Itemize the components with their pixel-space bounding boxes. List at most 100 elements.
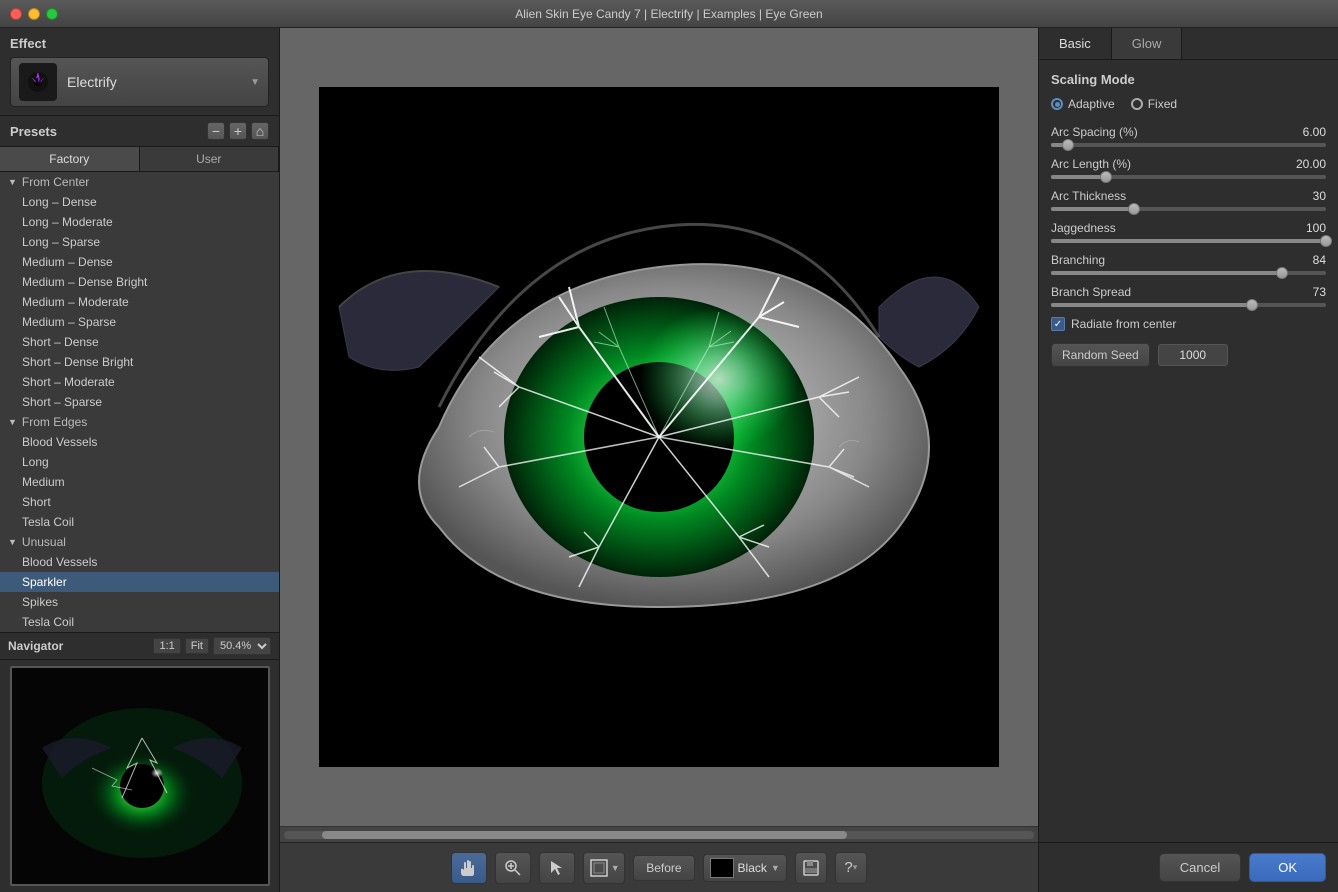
- preset-group-unusual[interactable]: ▼ Unusual: [0, 532, 279, 552]
- arc-spacing-param: Arc Spacing (%) 6.00: [1051, 125, 1326, 147]
- right-content: Scaling Mode Adaptive Fixed Arc Spacing …: [1039, 60, 1338, 842]
- arc-spacing-value: 6.00: [1303, 125, 1326, 139]
- maximize-button[interactable]: [46, 8, 58, 20]
- save-button[interactable]: [795, 852, 827, 884]
- tab-factory[interactable]: Factory: [0, 147, 140, 171]
- right-panel: Basic Glow Scaling Mode Adaptive Fixed: [1038, 28, 1338, 892]
- group-arrow-unusual: ▼: [8, 537, 17, 547]
- list-item[interactable]: Long – Moderate: [0, 212, 279, 232]
- preset-home-button[interactable]: ⌂: [251, 122, 269, 140]
- list-item[interactable]: Short – Dense: [0, 332, 279, 352]
- list-item[interactable]: Medium – Dense: [0, 252, 279, 272]
- arc-length-slider[interactable]: [1051, 175, 1326, 179]
- jaggedness-thumb[interactable]: [1320, 235, 1332, 247]
- preset-group-from-center[interactable]: ▼ From Center: [0, 172, 279, 192]
- branching-header: Branching 84: [1051, 253, 1326, 267]
- branching-value: 84: [1313, 253, 1326, 267]
- random-seed-button[interactable]: Random Seed: [1051, 343, 1150, 367]
- frame-button-group: ▼: [583, 852, 625, 884]
- list-item-sparkler[interactable]: Sparkler: [0, 572, 279, 592]
- arc-length-thumb[interactable]: [1100, 171, 1112, 183]
- ok-button[interactable]: OK: [1249, 853, 1326, 882]
- cancel-button[interactable]: Cancel: [1159, 853, 1241, 882]
- arc-spacing-slider[interactable]: [1051, 143, 1326, 147]
- list-item[interactable]: Medium: [0, 472, 279, 492]
- preset-remove-button[interactable]: −: [207, 122, 225, 140]
- canvas-viewport[interactable]: [280, 28, 1038, 826]
- list-item[interactable]: Short – Moderate: [0, 372, 279, 392]
- minimize-button[interactable]: [28, 8, 40, 20]
- arc-thickness-fill: [1051, 207, 1134, 211]
- preset-list[interactable]: ▼ From Center Long – Dense Long – Modera…: [0, 172, 279, 632]
- seed-value[interactable]: 1000: [1158, 344, 1228, 366]
- list-item[interactable]: Short: [0, 492, 279, 512]
- canvas-image: [319, 87, 999, 767]
- list-item[interactable]: Medium – Moderate: [0, 292, 279, 312]
- zoom-tool-button[interactable]: [495, 852, 531, 884]
- list-item[interactable]: Long – Sparse: [0, 232, 279, 252]
- list-item[interactable]: Blood Vessels: [0, 432, 279, 452]
- scaling-mode-title: Scaling Mode: [1051, 72, 1326, 87]
- adaptive-radio[interactable]: Adaptive: [1051, 97, 1115, 111]
- tab-basic[interactable]: Basic: [1039, 28, 1112, 59]
- tab-glow[interactable]: Glow: [1112, 28, 1183, 59]
- list-item[interactable]: Short – Sparse: [0, 392, 279, 412]
- zoom-1-1-button[interactable]: 1:1: [153, 638, 180, 654]
- scrollbar-track[interactable]: [284, 831, 1034, 839]
- window-title: Alien Skin Eye Candy 7 | Electrify | Exa…: [515, 7, 822, 21]
- arc-thickness-slider[interactable]: [1051, 207, 1326, 211]
- presets-header: Presets − + ⌂: [0, 116, 279, 147]
- arc-spacing-thumb[interactable]: [1062, 139, 1074, 151]
- preset-add-button[interactable]: +: [229, 122, 247, 140]
- arc-length-fill: [1051, 175, 1106, 179]
- tab-user[interactable]: User: [140, 147, 280, 171]
- scrollbar-thumb[interactable]: [322, 831, 847, 839]
- main-layout: Effect Electrify ▼ Pr: [0, 28, 1338, 892]
- list-item[interactable]: Blood Vessels: [0, 552, 279, 572]
- color-picker-button[interactable]: Black ▼: [703, 854, 787, 882]
- navigator-preview: [10, 666, 270, 886]
- list-item[interactable]: Long – Dense: [0, 192, 279, 212]
- color-picker-arrow: ▼: [771, 863, 780, 873]
- select-tool-button[interactable]: [539, 852, 575, 884]
- fixed-radio[interactable]: Fixed: [1131, 97, 1177, 111]
- list-item[interactable]: Spikes: [0, 592, 279, 612]
- scaling-mode-group: Adaptive Fixed: [1051, 97, 1326, 111]
- branching-slider[interactable]: [1051, 271, 1326, 275]
- close-button[interactable]: [10, 8, 22, 20]
- presets-section: Presets − + ⌂ Factory User ▼ From Center…: [0, 116, 279, 632]
- help-icon: ?: [844, 859, 852, 876]
- canvas-scrollbar[interactable]: [280, 826, 1038, 842]
- right-tabs: Basic Glow: [1039, 28, 1338, 60]
- branch-spread-header: Branch Spread 73: [1051, 285, 1326, 299]
- help-button[interactable]: ? ▾: [835, 852, 867, 884]
- branching-fill: [1051, 271, 1282, 275]
- list-item[interactable]: Tesla Coil: [0, 512, 279, 532]
- before-button[interactable]: Before: [633, 855, 694, 881]
- frame-button[interactable]: ▼: [583, 852, 625, 884]
- random-seed-row: Random Seed 1000: [1051, 343, 1326, 367]
- list-item[interactable]: Long: [0, 452, 279, 472]
- zoom-select[interactable]: 50.4% 25% 100%: [213, 637, 271, 655]
- checkbox-checkmark: ✓: [1054, 319, 1062, 330]
- list-item[interactable]: Medium – Dense Bright: [0, 272, 279, 292]
- branch-spread-thumb[interactable]: [1246, 299, 1258, 311]
- arc-thickness-thumb[interactable]: [1128, 203, 1140, 215]
- list-item[interactable]: Tesla Coil: [0, 612, 279, 632]
- jaggedness-slider[interactable]: [1051, 239, 1326, 243]
- effect-selector[interactable]: Electrify ▼: [10, 57, 269, 107]
- group-label-unusual: Unusual: [22, 535, 66, 549]
- branch-spread-slider[interactable]: [1051, 303, 1326, 307]
- arc-thickness-value: 30: [1313, 189, 1326, 203]
- adaptive-radio-label: Adaptive: [1068, 97, 1115, 111]
- list-item[interactable]: Medium – Sparse: [0, 312, 279, 332]
- preset-group-from-edges[interactable]: ▼ From Edges: [0, 412, 279, 432]
- jaggedness-param: Jaggedness 100: [1051, 221, 1326, 243]
- hand-tool-button[interactable]: [451, 852, 487, 884]
- zoom-fit-button[interactable]: Fit: [185, 638, 209, 654]
- branching-thumb[interactable]: [1276, 267, 1288, 279]
- left-panel: Effect Electrify ▼ Pr: [0, 28, 280, 892]
- radiate-checkbox[interactable]: ✓: [1051, 317, 1065, 331]
- color-swatch: [710, 858, 734, 878]
- list-item[interactable]: Short – Dense Bright: [0, 352, 279, 372]
